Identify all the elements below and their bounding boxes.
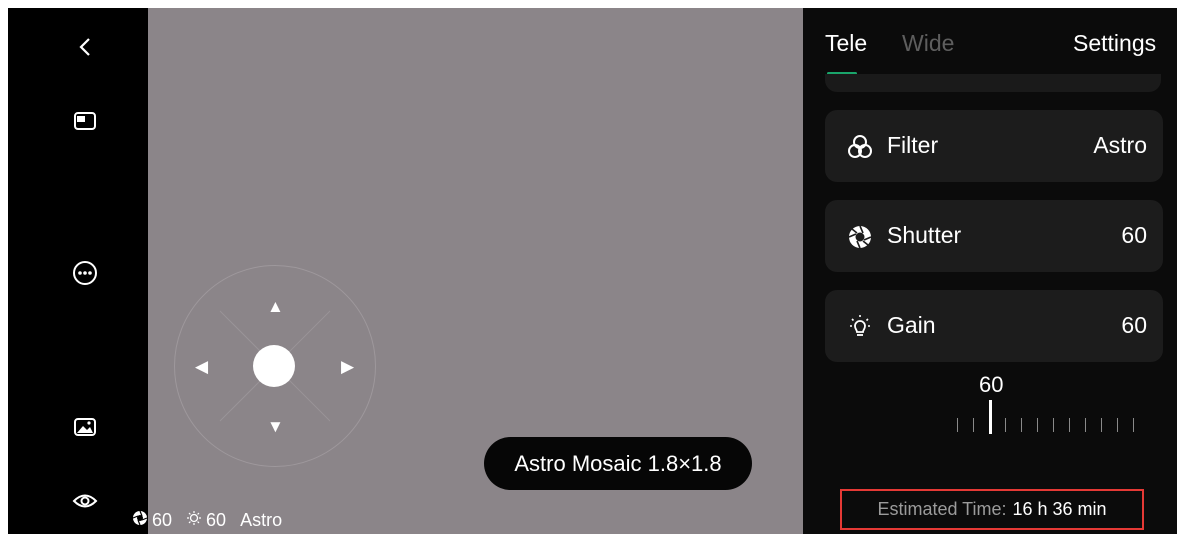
arrow-up-icon[interactable]: ▲ xyxy=(267,298,284,315)
joystick-knob[interactable] xyxy=(253,345,295,387)
ruler-tick xyxy=(1101,418,1102,432)
shutter-value: 60 xyxy=(1121,222,1147,248)
direction-joystick[interactable]: ▲ ▼ ◀ ▶ xyxy=(174,265,376,467)
ruler-tick xyxy=(1133,418,1134,432)
tab-wide[interactable]: Wide xyxy=(902,30,954,57)
mosaic-badge[interactable]: Astro Mosaic 1.8×1.8 xyxy=(484,437,752,490)
ruler-tick xyxy=(957,418,958,432)
ruler-tick xyxy=(973,418,974,432)
filter-label: Filter xyxy=(887,132,939,158)
gallery-icon[interactable] xyxy=(70,412,100,442)
left-toolbar xyxy=(8,8,148,534)
ruler-tick xyxy=(1117,418,1118,432)
camera-viewfinder[interactable]: ▲ ▼ ◀ ▶ Astro Mosaic 1.8×1.8 60 60 Astro xyxy=(132,8,803,534)
ruler-tick xyxy=(1053,418,1054,432)
gain-icon xyxy=(847,314,873,340)
arrow-left-icon[interactable]: ◀ xyxy=(195,358,208,375)
filter-status-value: Astro xyxy=(240,510,283,530)
gain-row[interactable]: Gain 60 xyxy=(825,290,1163,362)
filter-icon xyxy=(847,134,873,160)
eye-icon[interactable] xyxy=(70,486,100,516)
arrow-right-icon[interactable]: ▶ xyxy=(341,358,354,375)
tab-tele[interactable]: Tele xyxy=(825,30,867,57)
estimated-time-value: 16 h 36 min xyxy=(1012,499,1107,519)
shutter-icon xyxy=(847,224,873,250)
estimated-time-label: Estimated Time: xyxy=(877,499,1007,519)
settings-panel: Tele Wide Settings Filter Astro Shutter … xyxy=(803,8,1177,534)
shutter-label: Shutter xyxy=(887,222,962,248)
picture-in-picture-icon[interactable] xyxy=(70,106,100,136)
status-bar: 60 60 Astro xyxy=(132,510,282,531)
ruler-tick xyxy=(1037,418,1038,432)
arrow-down-icon[interactable]: ▼ xyxy=(267,418,284,435)
previous-card-edge xyxy=(825,74,1161,92)
ruler-tick xyxy=(1005,418,1006,432)
filter-row[interactable]: Filter Astro xyxy=(825,110,1163,182)
shutter-status-value: 60 xyxy=(152,510,173,530)
app: ▲ ▼ ◀ ▶ Astro Mosaic 1.8×1.8 60 60 Astro… xyxy=(8,8,1177,534)
shutter-status-icon xyxy=(132,510,148,531)
ruler-current-tick xyxy=(989,400,992,434)
gain-label: Gain xyxy=(887,312,936,338)
ruler-tick xyxy=(1085,418,1086,432)
gain-value: 60 xyxy=(1121,312,1147,338)
gain-status-icon xyxy=(186,510,202,531)
gain-ruler-value: 60 xyxy=(979,372,1004,397)
shutter-row[interactable]: Shutter 60 xyxy=(825,200,1163,272)
filter-value: Astro xyxy=(1093,132,1147,158)
ruler-tick xyxy=(1069,418,1070,432)
ruler-tick xyxy=(1021,418,1022,432)
settings-button[interactable]: Settings xyxy=(1073,30,1156,57)
gain-status-value: 60 xyxy=(206,510,227,530)
estimated-time: Estimated Time: 16 h 36 min xyxy=(840,489,1144,530)
more-icon[interactable] xyxy=(70,258,100,288)
back-icon[interactable] xyxy=(70,32,100,62)
